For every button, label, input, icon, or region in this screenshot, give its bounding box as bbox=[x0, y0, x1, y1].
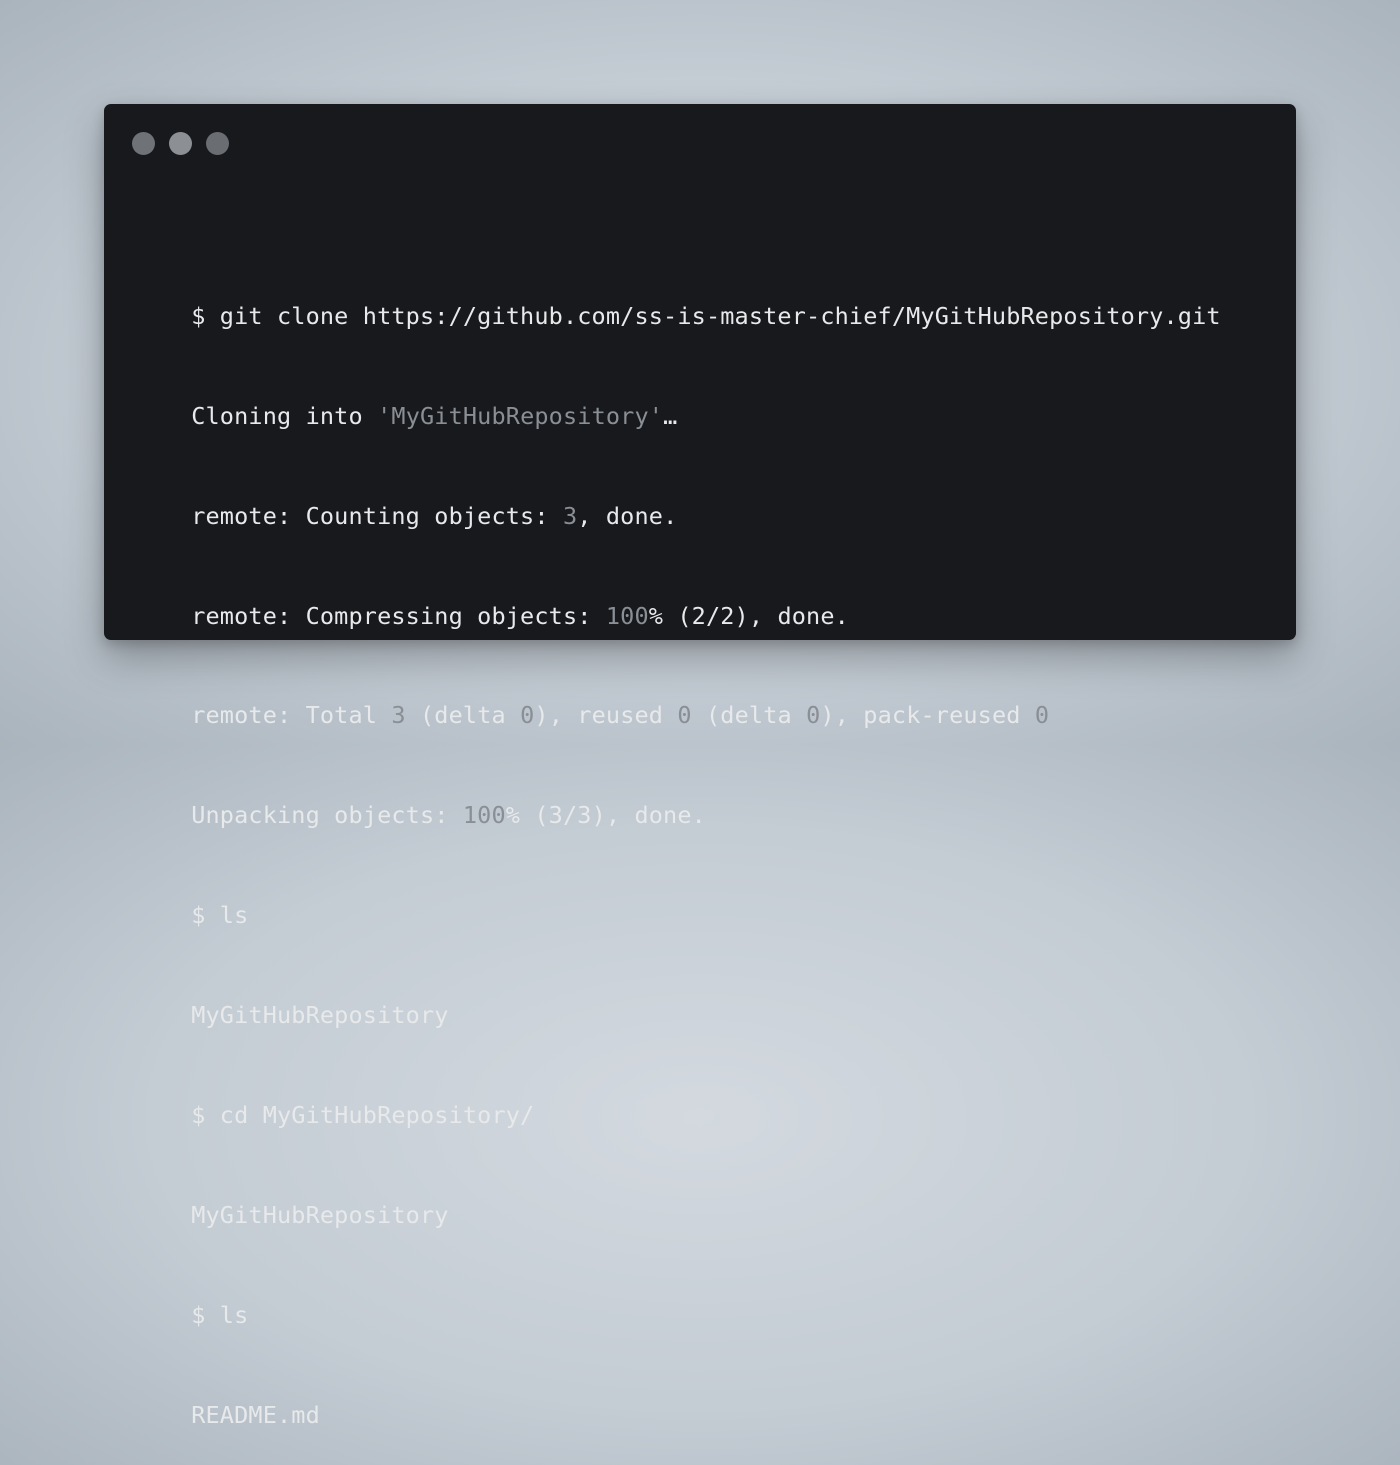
total-value: 3 bbox=[391, 701, 406, 730]
pack-reused-value: 0 bbox=[1034, 701, 1050, 730]
terminal-line: $ ls bbox=[134, 866, 1221, 929]
terminal-output: $ git clone https://github.com/ss-is-mas… bbox=[134, 200, 1221, 1432]
repository-name: 'MyGitHubRepository' bbox=[377, 401, 664, 430]
close-dot[interactable] bbox=[132, 132, 155, 155]
output-text: remote: Total bbox=[191, 701, 392, 730]
output-text: README.md bbox=[191, 1400, 320, 1429]
terminal-line: MyGitHubRepository bbox=[134, 966, 1221, 1029]
terminal-line: README.md bbox=[134, 1365, 1221, 1429]
output-text: remote: Counting objects: bbox=[191, 501, 563, 530]
output-text: (delta bbox=[691, 701, 807, 730]
terminal-line: remote: Counting objects: 3, done. bbox=[134, 466, 1221, 530]
terminal-line: Unpacking objects: 100% (3/3), done. bbox=[134, 766, 1221, 829]
percent-value: 100 bbox=[462, 801, 506, 830]
command-text: $ cd MyGitHubRepository/ bbox=[191, 1101, 535, 1130]
terminal-line: remote: Compressing objects: 100% (2/2),… bbox=[134, 566, 1221, 630]
output-text: remote: Compressing objects: bbox=[191, 601, 606, 630]
output-text: Cloning into bbox=[191, 401, 378, 430]
minimize-dot[interactable] bbox=[169, 132, 192, 155]
output-text: MyGitHubRepository bbox=[191, 1200, 449, 1229]
output-text: , done. bbox=[577, 501, 678, 530]
command-text: $ ls bbox=[191, 901, 249, 930]
reused-value: 0 bbox=[677, 701, 692, 730]
output-text: % (2/2), done. bbox=[648, 601, 849, 630]
output-text: ), pack-reused bbox=[820, 701, 1035, 730]
delta-value: 0 bbox=[806, 701, 821, 730]
delta-value: 0 bbox=[520, 701, 535, 730]
percent-value: 100 bbox=[605, 601, 649, 630]
output-text: % (3/3), done. bbox=[505, 801, 706, 830]
output-text: (delta bbox=[405, 701, 521, 730]
terminal-line: $ git clone https://github.com/ss-is-mas… bbox=[134, 267, 1221, 330]
command-text: $ git clone https://github.com/ss-is-mas… bbox=[191, 301, 1221, 330]
output-text: ), reused bbox=[534, 701, 678, 730]
terminal-line: $ cd MyGitHubRepository/ bbox=[134, 1066, 1221, 1129]
window-controls bbox=[132, 132, 229, 155]
ellipsis: … bbox=[663, 401, 678, 430]
maximize-dot[interactable] bbox=[206, 132, 229, 155]
count-value: 3 bbox=[562, 501, 578, 530]
output-text: Unpacking objects: bbox=[191, 801, 463, 830]
terminal-line: $ ls bbox=[134, 1266, 1221, 1329]
output-text: MyGitHubRepository bbox=[191, 1001, 449, 1030]
terminal-line: Cloning into 'MyGitHubRepository'… bbox=[134, 366, 1221, 430]
command-text: $ ls bbox=[191, 1300, 249, 1329]
terminal-line: MyGitHubRepository bbox=[134, 1166, 1221, 1229]
terminal-line: remote: Total 3 (delta 0), reused 0 (del… bbox=[134, 666, 1221, 729]
